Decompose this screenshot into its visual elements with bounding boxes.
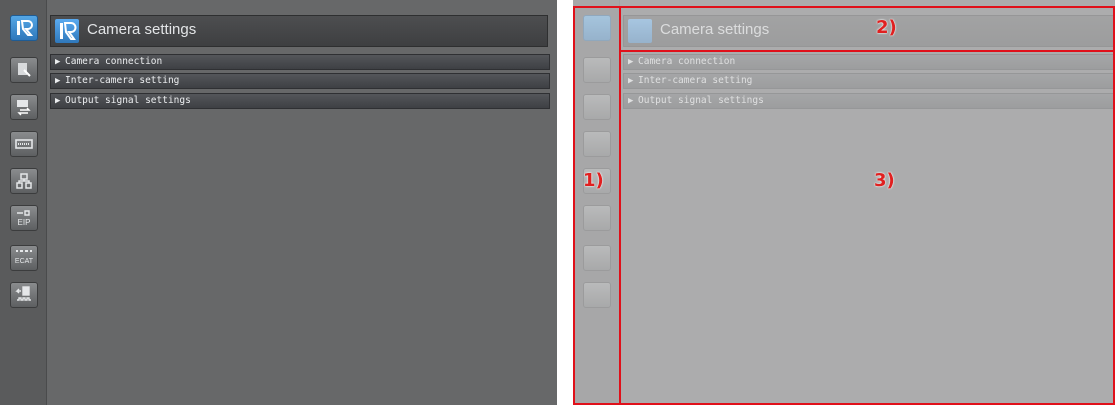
section-label: Output signal settings [65, 95, 191, 106]
ethercat-icon[interactable]: ECAT [10, 245, 38, 271]
section-label: Inter-camera setting [65, 75, 180, 86]
eip-label: EIP [18, 218, 31, 227]
camera-image-icon[interactable] [10, 57, 38, 83]
expand-arrow-icon: ▶ [55, 57, 61, 67]
page-title: Camera settings [87, 21, 197, 38]
title-bar: Camera settings [50, 15, 548, 47]
highlight-box-content [619, 50, 1115, 405]
section-inter-camera-setting[interactable]: ▶ Inter-camera setting [50, 73, 550, 89]
camera-settings-icon[interactable] [10, 15, 38, 41]
sidebar: EIP ECAT [0, 0, 47, 405]
highlight-box-title [619, 6, 1115, 52]
expand-arrow-icon: ▶ [55, 96, 61, 106]
callout-3: 3) [874, 170, 895, 191]
camera-transfer-icon[interactable] [10, 94, 38, 120]
highlight-box-sidebar [573, 6, 621, 405]
section-label: Camera connection [65, 56, 163, 67]
ethernet-ip-icon[interactable]: EIP [10, 205, 38, 231]
annotated-window: Camera settings ▶ Camera connection ▶ In… [573, 0, 1115, 405]
ecat-label: ECAT [15, 258, 34, 265]
settings-window: EIP ECAT Camera settings ▶ Camera connec… [0, 0, 557, 405]
app-logo-icon [55, 19, 79, 43]
callout-1: 1) [583, 170, 604, 191]
network-icon[interactable] [10, 168, 38, 194]
callout-2: 2) [876, 17, 897, 38]
section-camera-connection[interactable]: ▶ Camera connection [50, 54, 550, 70]
expand-arrow-icon: ▶ [55, 76, 61, 86]
io-signal-icon[interactable] [10, 282, 38, 308]
keyboard-icon[interactable] [10, 131, 38, 157]
section-output-signal-settings[interactable]: ▶ Output signal settings [50, 93, 550, 109]
